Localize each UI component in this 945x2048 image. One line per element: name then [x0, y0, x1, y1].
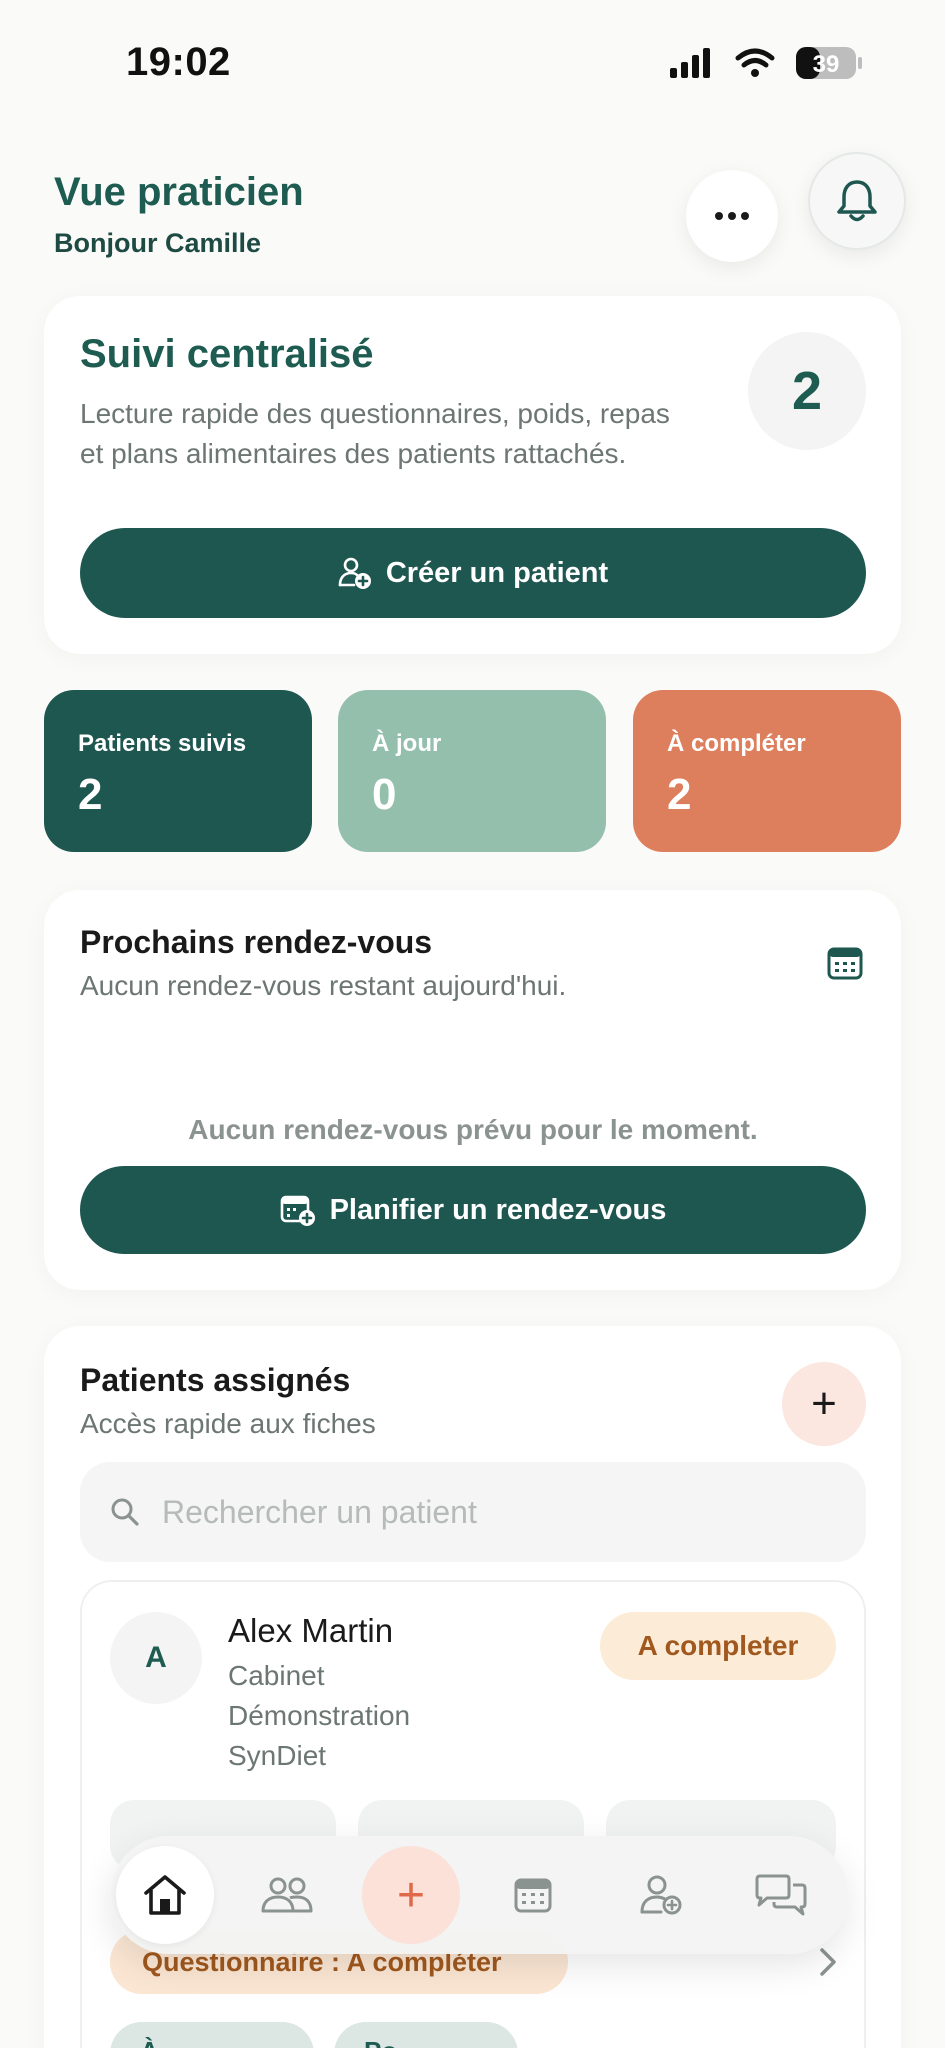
assigned-patients-title: Patients assignés	[80, 1362, 351, 1398]
summary-title: Suivi centralisé	[80, 332, 374, 376]
patients-icon	[261, 1877, 313, 1913]
patient-org-line: SynDiet	[228, 1740, 327, 1771]
search-patient-input[interactable]: Rechercher un patient	[80, 1462, 866, 1562]
summary-count: 2	[748, 332, 866, 450]
summary-description: Lecture rapide des questionnaires, poids…	[80, 398, 670, 469]
search-icon	[111, 1498, 139, 1526]
status-badge: A completer	[600, 1612, 836, 1680]
nav-add-patient[interactable]	[612, 1846, 710, 1944]
appointments-subtitle: Aucun rendez-vous restant aujourd'hui.	[80, 970, 567, 1001]
appointments-empty-message: Aucun rendez-vous prévu pour le moment.	[188, 1114, 758, 1145]
battery-icon: 39	[796, 47, 862, 79]
add-user-icon	[640, 1875, 682, 1915]
more-icon	[715, 212, 749, 220]
nav-home[interactable]	[116, 1846, 214, 1944]
patient-name: Alex Martin	[228, 1612, 394, 1649]
nav-calendar[interactable]	[484, 1846, 582, 1944]
calendar-icon[interactable]	[826, 944, 864, 982]
patient-chip[interactable]: Po...	[334, 2022, 518, 2048]
chat-icon	[755, 1874, 807, 1916]
nav-patients[interactable]	[238, 1846, 336, 1944]
stat-value: 2	[78, 770, 103, 819]
stat-tile-up-to-date[interactable]: À jour 0	[338, 690, 606, 852]
stat-label: Patients suivis	[78, 730, 247, 757]
avatar: A	[110, 1612, 202, 1704]
patient-org-line: Démonstration	[228, 1700, 411, 1731]
patient-chip[interactable]: À ...	[110, 2022, 314, 2048]
signal-icon	[670, 48, 710, 78]
more-button[interactable]	[686, 170, 778, 262]
calendar-icon	[514, 1878, 552, 1913]
battery-level: 39	[813, 51, 840, 78]
stat-label: À jour	[372, 730, 442, 757]
stat-tile-patients[interactable]: Patients suivis 2	[44, 690, 312, 852]
home-icon	[144, 1875, 186, 1915]
stat-value: 2	[667, 770, 692, 819]
wifi-icon	[735, 48, 775, 77]
stat-value: 0	[372, 770, 397, 819]
plan-appointment-label: Planifier un rendez-vous	[329, 1193, 667, 1226]
create-patient-label: Créer un patient	[385, 556, 609, 589]
page-title: Vue praticien	[54, 170, 304, 214]
bell-icon	[837, 180, 877, 222]
create-patient-button[interactable]: Créer un patient	[80, 528, 866, 618]
appointments-title: Prochains rendez-vous	[80, 924, 433, 960]
calendar-add-icon	[280, 1195, 315, 1226]
stat-label: À compléter	[667, 730, 806, 757]
add-user-icon	[338, 557, 371, 589]
stat-tile-to-complete[interactable]: À compléter 2	[633, 690, 901, 852]
status-time: 19:02	[126, 40, 231, 84]
chevron-right-icon[interactable]	[816, 1944, 840, 1980]
greeting: Bonjour Camille	[54, 228, 262, 258]
add-patient-button[interactable]: +	[782, 1362, 866, 1446]
status-icons: 39	[670, 47, 862, 79]
nav-messages[interactable]	[732, 1846, 830, 1944]
search-placeholder: Rechercher un patient	[162, 1493, 477, 1530]
plan-appointment-button[interactable]: Planifier un rendez-vous	[80, 1166, 866, 1254]
patient-org-line: Cabinet	[228, 1660, 325, 1691]
notifications-button[interactable]	[808, 152, 906, 250]
nav-add[interactable]: +	[362, 1846, 460, 1944]
assigned-patients-subtitle: Accès rapide aux fiches	[80, 1408, 376, 1439]
